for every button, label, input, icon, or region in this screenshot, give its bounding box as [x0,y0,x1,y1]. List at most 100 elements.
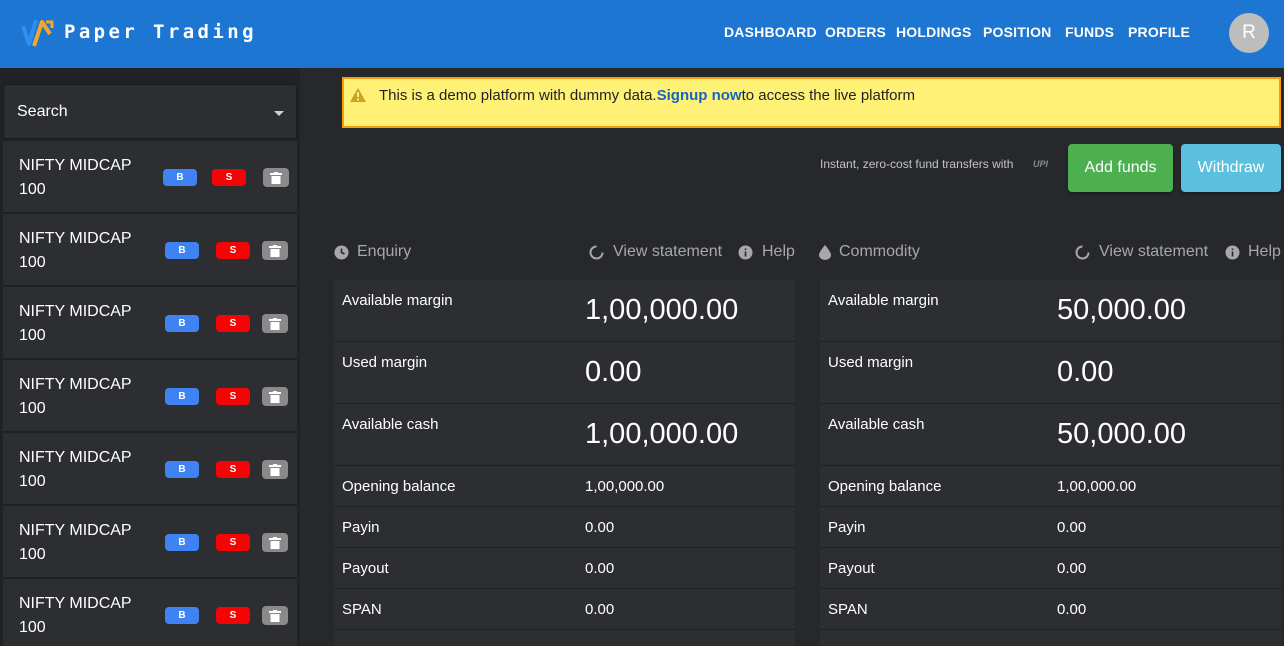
signup-link[interactable]: Signup now [657,87,742,104]
row-label: Payout [828,560,875,577]
equity-view-statement-link[interactable]: View statement [613,243,722,261]
row-value: 0.00 [1057,519,1087,536]
banner-text-after: to access the live platform [741,87,916,104]
upi-logo: UPI [1033,159,1049,169]
nav-holdings[interactable]: HOLDINGS [896,24,972,40]
table-row: Payout 0.00 [334,548,795,589]
row-label: Payin [342,519,380,536]
watchlist-item[interactable]: NIFTY MIDCAP 100 B S [3,360,297,432]
row-label: Available cash [828,416,925,433]
delete-button[interactable] [262,314,288,333]
delete-button[interactable] [262,533,288,552]
logo-icon [21,19,54,47]
row-value: 1,00,000.00 [1057,478,1137,495]
buy-button[interactable]: B [165,461,199,478]
watchlist-item[interactable]: NIFTY MIDCAP 100 B S [3,433,297,505]
info-icon[interactable] [738,245,753,260]
commodity-help-link[interactable]: Help [1248,243,1281,261]
row-label: Used margin [828,354,914,371]
watchlist-item[interactable]: NIFTY MIDCAP 100 B S [3,141,297,213]
brand-name[interactable]: Paper Trading [64,21,257,43]
trash-icon [269,245,281,257]
trash-icon [270,172,282,184]
row-value: 0.00 [1057,560,1087,577]
watchlist-item[interactable]: NIFTY MIDCAP 100 B S [3,579,297,646]
row-label: SPAN [342,601,382,618]
instrument-name: NIFTY MIDCAP 100 [19,230,132,271]
trash-icon [269,318,281,330]
watchlist-sidebar: Search NIFTY MIDCAP 100 B S NIFTY MIDCAP… [0,68,300,646]
sell-button[interactable]: S [216,242,250,259]
demo-banner: This is a demo platform with dummy data.… [342,77,1281,128]
table-row: Available cash 1,00,000.00 [334,404,795,466]
instrument-name: NIFTY MIDCAP 100 [19,303,132,344]
row-label: Opening balance [342,478,456,495]
row-label: Used margin [342,354,428,371]
row-value: 0.00 [1057,356,1114,388]
row-label: SPAN [828,601,868,618]
equity-margin-table: Available margin 1,00,000.00 Used margin… [334,280,795,646]
instrument-name: NIFTY MIDCAP 100 [19,157,132,198]
buy-button[interactable]: B [165,242,199,259]
nav-profile[interactable]: PROFILE [1128,24,1190,40]
search-dropdown[interactable]: Search [3,84,297,139]
row-value: 0.00 [585,519,615,536]
banner-message: This is a demo platform with dummy data.… [379,87,915,104]
row-value: 0.00 [585,560,615,577]
delete-button[interactable] [262,387,288,406]
delete-button[interactable] [263,168,289,187]
buy-button[interactable]: B [163,169,197,186]
instrument-name: NIFTY MIDCAP 100 [19,376,132,417]
delete-button[interactable] [262,606,288,625]
buy-button[interactable]: B [165,315,199,332]
delete-button[interactable] [262,241,288,260]
trash-icon [269,610,281,622]
avatar[interactable]: R [1229,13,1269,53]
row-value: 50,000.00 [1057,294,1187,326]
row-value: 50,000.00 [1057,418,1187,450]
row-label: Opening balance [828,478,942,495]
table-row: SPAN 0.00 [820,589,1281,630]
delete-button[interactable] [262,460,288,479]
sell-button[interactable]: S [216,461,250,478]
nav-funds[interactable]: FUNDS [1065,24,1114,40]
watchlist-item[interactable]: NIFTY MIDCAP 100 B S [3,506,297,578]
withdraw-button[interactable]: Withdraw [1181,144,1281,192]
warning-icon [350,88,366,102]
sell-button[interactable]: S [216,607,250,624]
droplet-icon [819,245,831,260]
table-row: Opening balance 1,00,000.00 [820,466,1281,507]
instrument-name: NIFTY MIDCAP 100 [19,522,132,563]
nav-orders[interactable]: ORDERS [825,24,886,40]
equity-help-link[interactable]: Help [762,243,795,261]
nav-position[interactable]: POSITION [983,24,1052,40]
row-label: Payout [342,560,389,577]
commodity-view-statement-link[interactable]: View statement [1099,243,1208,261]
nav-dashboard[interactable]: DASHBOARD [724,24,817,40]
buy-button[interactable]: B [165,388,199,405]
refresh-icon[interactable] [589,245,604,260]
instrument-name: NIFTY MIDCAP 100 [19,449,132,490]
buy-button[interactable]: B [165,534,199,551]
watchlist-item[interactable]: NIFTY MIDCAP 100 B S [3,214,297,286]
commodity-title: Commodity [839,243,920,260]
add-funds-button[interactable]: Add funds [1068,144,1173,192]
equity-title: Enquiry [357,243,412,260]
clock-icon [334,245,349,260]
watchlist-item[interactable]: NIFTY MIDCAP 100 B S [3,287,297,359]
buy-button[interactable]: B [165,607,199,624]
upi-info-text: Instant, zero-cost fund transfers with [820,157,1014,171]
sell-button[interactable]: S [216,388,250,405]
sell-button[interactable]: S [216,534,250,551]
info-icon[interactable] [1225,245,1240,260]
row-label: Available cash [342,416,439,433]
table-row: SPAN 0.00 [334,589,795,630]
caret-down-icon[interactable] [274,111,284,116]
row-value: 0.00 [585,356,642,388]
row-label: Available margin [342,292,453,309]
sell-button[interactable]: S [216,315,250,332]
refresh-icon[interactable] [1075,245,1090,260]
banner-text-before: This is a demo platform with dummy data. [379,87,657,104]
sell-button[interactable]: S [212,169,246,186]
table-row: Used margin 0.00 [820,342,1281,404]
